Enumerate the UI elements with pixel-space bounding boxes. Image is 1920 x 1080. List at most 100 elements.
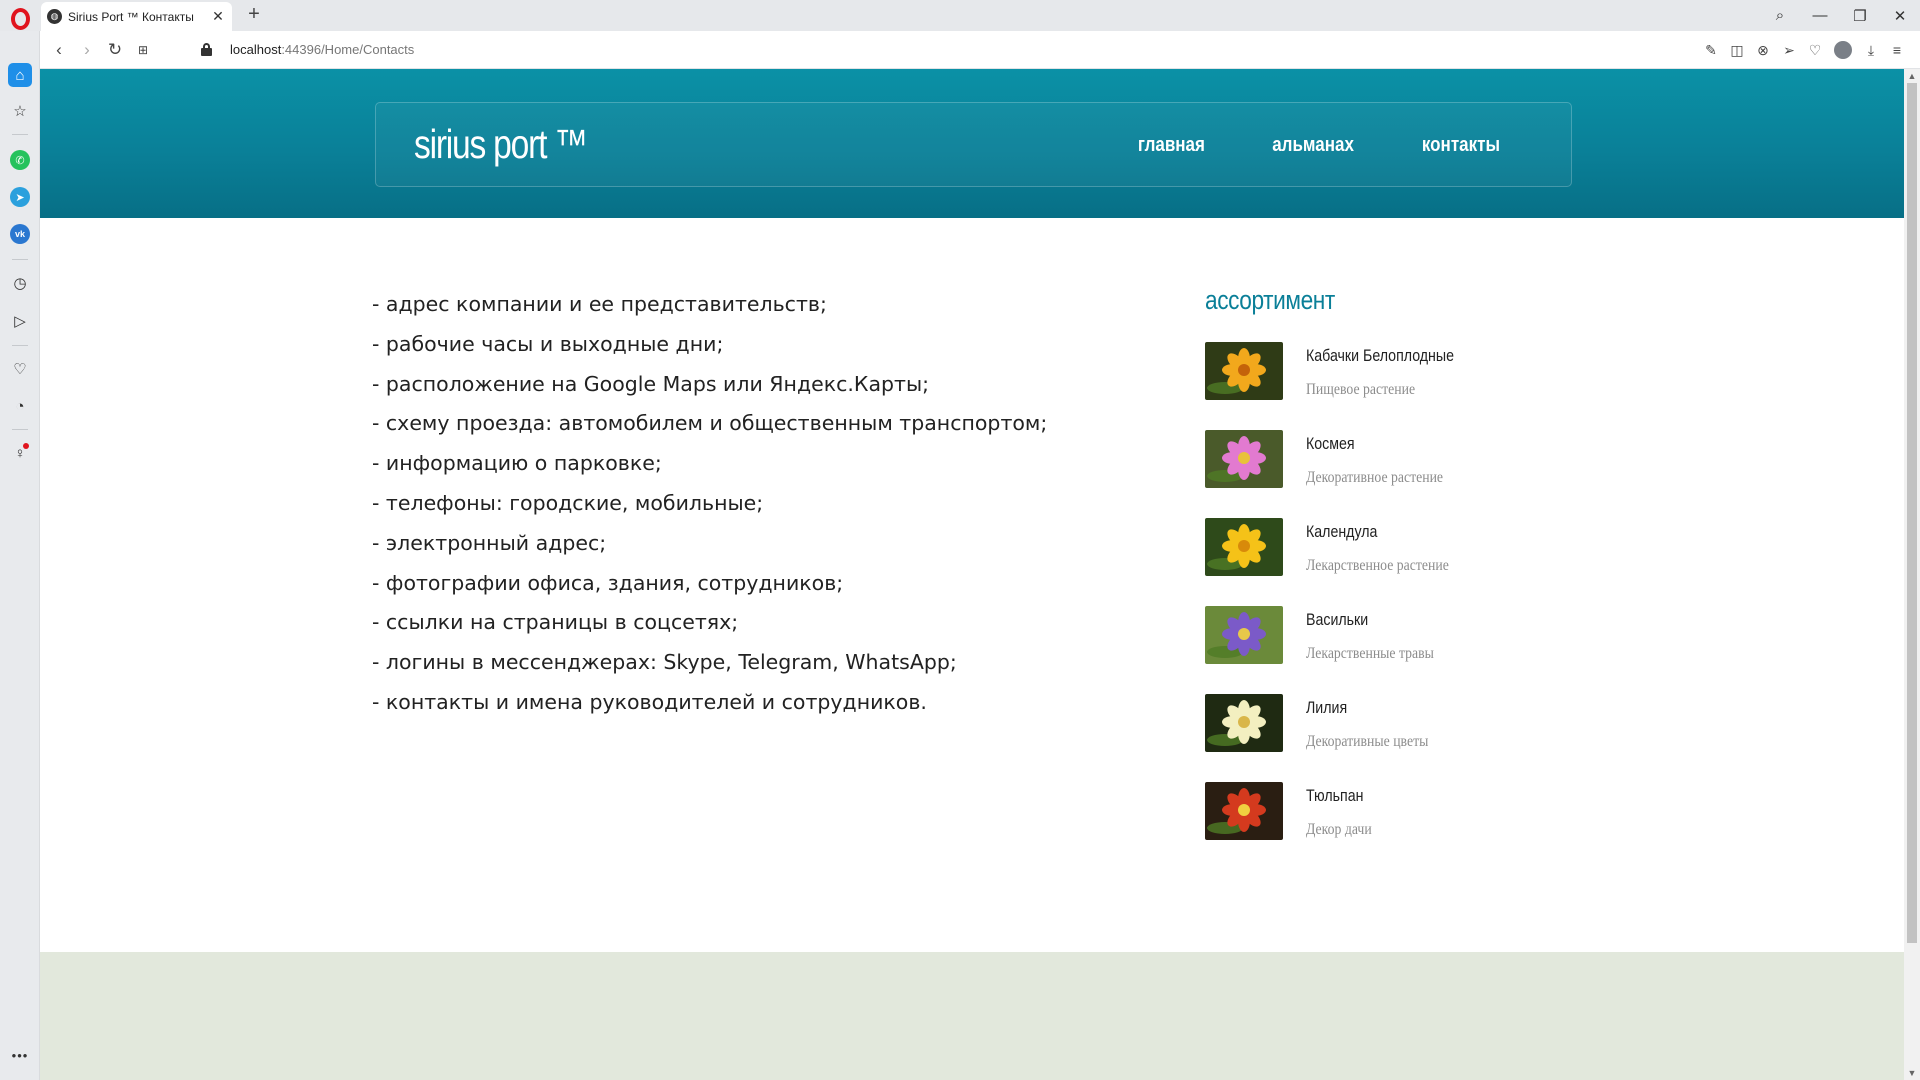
list-item: - ссылки на страницы в соцсетях;: [372, 610, 739, 635]
url-path: :44396/Home/Contacts: [281, 42, 415, 57]
page-scrollbar[interactable]: ▲ ▼: [1904, 69, 1920, 1080]
download-icon[interactable]: ⤓: [1858, 37, 1884, 63]
profile-avatar-icon[interactable]: [1834, 41, 1852, 59]
menu-icon[interactable]: ≡: [1884, 37, 1910, 63]
list-item: - фотографии офиса, здания, сотрудников;: [372, 570, 844, 595]
site-header: sirius port ™ главная альманах контакты: [40, 69, 1904, 218]
flow-send-icon[interactable]: ▷: [8, 309, 32, 333]
main-nav: главная альманах контакты: [1132, 134, 1507, 157]
product-thumbnail[interactable]: [1205, 342, 1283, 400]
product-name[interactable]: Васильки: [1306, 611, 1368, 630]
web-page: sirius port ™ главная альманах контакты …: [40, 69, 1904, 1080]
lily-photo: [1205, 694, 1283, 752]
assortment-item[interactable]: Космея Декоративное растение: [1205, 430, 1625, 518]
scroll-down-icon[interactable]: ▼: [1904, 1066, 1920, 1080]
lightbulb-icon[interactable]: ♀: [8, 441, 32, 465]
send-icon[interactable]: ➢: [1776, 37, 1802, 63]
whatsapp-icon[interactable]: ✆: [10, 150, 30, 170]
browser-sidebar: ⌂ ☆ ✆ ➤ vk ◷ ▷ ♡ ◔ ♀ •••: [0, 31, 40, 1080]
home-icon[interactable]: ⌂: [8, 63, 32, 87]
product-name[interactable]: Тюльпан: [1306, 787, 1363, 806]
list-item: - расположение на Google Maps или Яндекс…: [372, 371, 930, 396]
assortment-item[interactable]: Тюльпан Декор дачи: [1205, 782, 1625, 870]
globe-icon: ◍: [47, 9, 62, 24]
nav-link-almanac[interactable]: альманах: [1272, 134, 1354, 157]
window-controls: ⌕ — ❐ ✕: [1760, 0, 1920, 31]
speed-dial-icon[interactable]: ⊞: [130, 37, 156, 63]
product-category: Декор дачи: [1306, 821, 1372, 838]
sidebar-divider: [12, 345, 28, 346]
yellow-calendula-photo: [1205, 518, 1283, 576]
product-thumbnail[interactable]: [1205, 430, 1283, 488]
scroll-up-icon[interactable]: ▲: [1904, 69, 1920, 83]
new-tab-button[interactable]: +: [243, 3, 265, 27]
edit-icon[interactable]: ✎: [1698, 37, 1724, 63]
sidebar-divider: [12, 134, 28, 135]
list-item: - контакты и имена руководителей и сотру…: [372, 689, 927, 714]
address-bar-tools: ✎ ◫ ⊗ ➢ ♡ ⤓ ≡: [1698, 37, 1910, 63]
product-name[interactable]: Лилия: [1306, 699, 1347, 718]
tulip-photo: [1205, 782, 1283, 840]
site-footer: [40, 952, 1904, 1080]
close-window-icon[interactable]: ✕: [1880, 7, 1920, 25]
block-ads-icon[interactable]: ⊗: [1750, 37, 1776, 63]
site-logo[interactable]: sirius port ™: [414, 121, 588, 168]
lock-icon[interactable]: [201, 43, 212, 56]
scrollbar-thumb[interactable]: [1907, 83, 1917, 943]
favorites-heart-icon[interactable]: ♡: [8, 357, 32, 381]
assortment-item[interactable]: Васильки Лекарственные травы: [1205, 606, 1625, 694]
browser-tab[interactable]: ◍ Sirius Port ™ Контакты ✕: [41, 2, 232, 31]
search-tabs-icon[interactable]: ⌕: [1760, 7, 1800, 24]
product-name[interactable]: Космея: [1306, 435, 1355, 454]
minimize-icon[interactable]: —: [1800, 7, 1840, 24]
product-thumbnail[interactable]: [1205, 606, 1283, 664]
telegram-icon[interactable]: ➤: [10, 187, 30, 207]
nav-link-home[interactable]: главная: [1138, 134, 1205, 157]
camera-icon[interactable]: ◫: [1724, 37, 1750, 63]
product-name[interactable]: Кабачки Белоплодные: [1306, 347, 1454, 366]
star-icon[interactable]: ☆: [8, 99, 32, 123]
address-bar: ‹ › ↻ ⊞ localhost:44396/Home/Contacts ✎ …: [40, 31, 1920, 69]
list-item: - информацию о парковке;: [372, 451, 662, 476]
history-clock-icon[interactable]: ◔: [8, 394, 32, 418]
contacts-info-list: - адрес компании и ее представительств; …: [372, 285, 1047, 723]
product-category: Лекарственные травы: [1306, 645, 1434, 662]
cornflower-photo: [1205, 606, 1283, 664]
product-category: Пищевое растение: [1306, 381, 1416, 398]
product-thumbnail[interactable]: [1205, 518, 1283, 576]
url-field[interactable]: localhost:44396/Home/Contacts: [230, 42, 414, 57]
product-name[interactable]: Календула: [1306, 523, 1377, 542]
reload-icon[interactable]: ↻: [102, 37, 128, 63]
player-icon[interactable]: ◷: [8, 271, 32, 295]
nav-link-contacts[interactable]: контакты: [1422, 134, 1500, 157]
assortment-item[interactable]: Кабачки Белоплодные Пищевое растение: [1205, 342, 1625, 430]
back-icon[interactable]: ‹: [46, 37, 72, 63]
list-item: - адрес компании и ее представительств;: [372, 292, 827, 316]
opera-logo-icon[interactable]: [6, 5, 34, 33]
sidebar-divider: [12, 429, 28, 430]
url-host: localhost: [230, 42, 282, 57]
header-panel: sirius port ™ главная альманах контакты: [375, 102, 1572, 187]
heart-icon[interactable]: ♡: [1802, 37, 1828, 63]
list-item: - электронный адрес;: [372, 530, 607, 555]
more-options-icon[interactable]: •••: [8, 1043, 32, 1067]
product-category: Декоративное растение: [1306, 469, 1444, 486]
list-item: - рабочие часы и выходные дни;: [372, 331, 724, 356]
product-thumbnail[interactable]: [1205, 782, 1283, 840]
orange-flower-photo: [1205, 342, 1283, 400]
product-category: Лекарственное растение: [1306, 557, 1449, 574]
product-category: Декоративные цветы: [1306, 733, 1429, 750]
restore-icon[interactable]: ❐: [1840, 7, 1880, 25]
assortment-sidebar: ассортимент Кабачки Белоплодные Пищевое …: [1205, 285, 1625, 870]
close-tab-icon[interactable]: ✕: [210, 8, 226, 25]
forward-icon[interactable]: ›: [74, 37, 100, 63]
product-thumbnail[interactable]: [1205, 694, 1283, 752]
pink-cosmos-photo: [1205, 430, 1283, 488]
vk-icon[interactable]: vk: [10, 224, 30, 244]
list-item: - схему проезда: автомобилем и обществен…: [372, 411, 1048, 436]
list-item: - телефоны: городские, мобильные;: [372, 490, 764, 515]
assortment-title: ассортимент: [1205, 285, 1335, 315]
browser-tab-bar: ◍ Sirius Port ™ Контакты ✕ + ⌕ — ❐ ✕: [0, 0, 1920, 31]
assortment-item[interactable]: Лилия Декоративные цветы: [1205, 694, 1625, 782]
assortment-item[interactable]: Календула Лекарственное растение: [1205, 518, 1625, 606]
